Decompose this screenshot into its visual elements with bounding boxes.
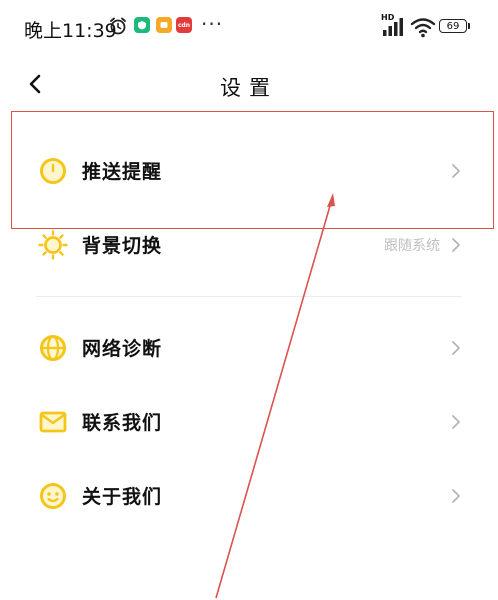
section-divider [36, 296, 462, 297]
settings-item-network-diagnosis[interactable]: 网络诊断 [0, 318, 498, 378]
settings-item-value: 跟随系统 [384, 238, 440, 254]
battery-icon: 69 [439, 19, 467, 33]
status-bar: 晚上11:39 cdn ··· HD 69 [0, 0, 498, 52]
chevron-right-icon [452, 341, 460, 355]
battery-tip [468, 23, 470, 29]
notification-app-icon-2 [156, 17, 172, 33]
settings-item-label: 联系我们 [82, 412, 163, 434]
chevron-right-icon [452, 415, 460, 429]
page-title: 设置 [220, 76, 278, 100]
nav-bar: 设置 [0, 60, 498, 108]
globe-icon [40, 335, 66, 361]
notification-app-icon-3: cdn [176, 17, 192, 33]
alarm-icon [110, 17, 126, 35]
notification-app-icon-1 [134, 17, 150, 33]
sun-icon [38, 230, 68, 260]
settings-item-label: 关于我们 [82, 486, 163, 508]
settings-item-label: 背景切换 [82, 235, 163, 257]
chevron-right-icon [452, 489, 460, 503]
status-time: 晚上11:39 [24, 20, 117, 42]
signal-icon [383, 18, 403, 36]
smiley-icon [40, 483, 66, 509]
settings-item-contact-us[interactable]: 联系我们 [0, 392, 498, 452]
settings-item-label: 网络诊断 [82, 338, 163, 360]
envelope-icon [39, 411, 67, 433]
chevron-right-icon [452, 238, 460, 252]
settings-item-about-us[interactable]: 关于我们 [0, 466, 498, 526]
more-notifications-indicator: ··· [201, 12, 224, 36]
wifi-icon [410, 18, 436, 38]
annotation-highlight-box [11, 111, 494, 229]
